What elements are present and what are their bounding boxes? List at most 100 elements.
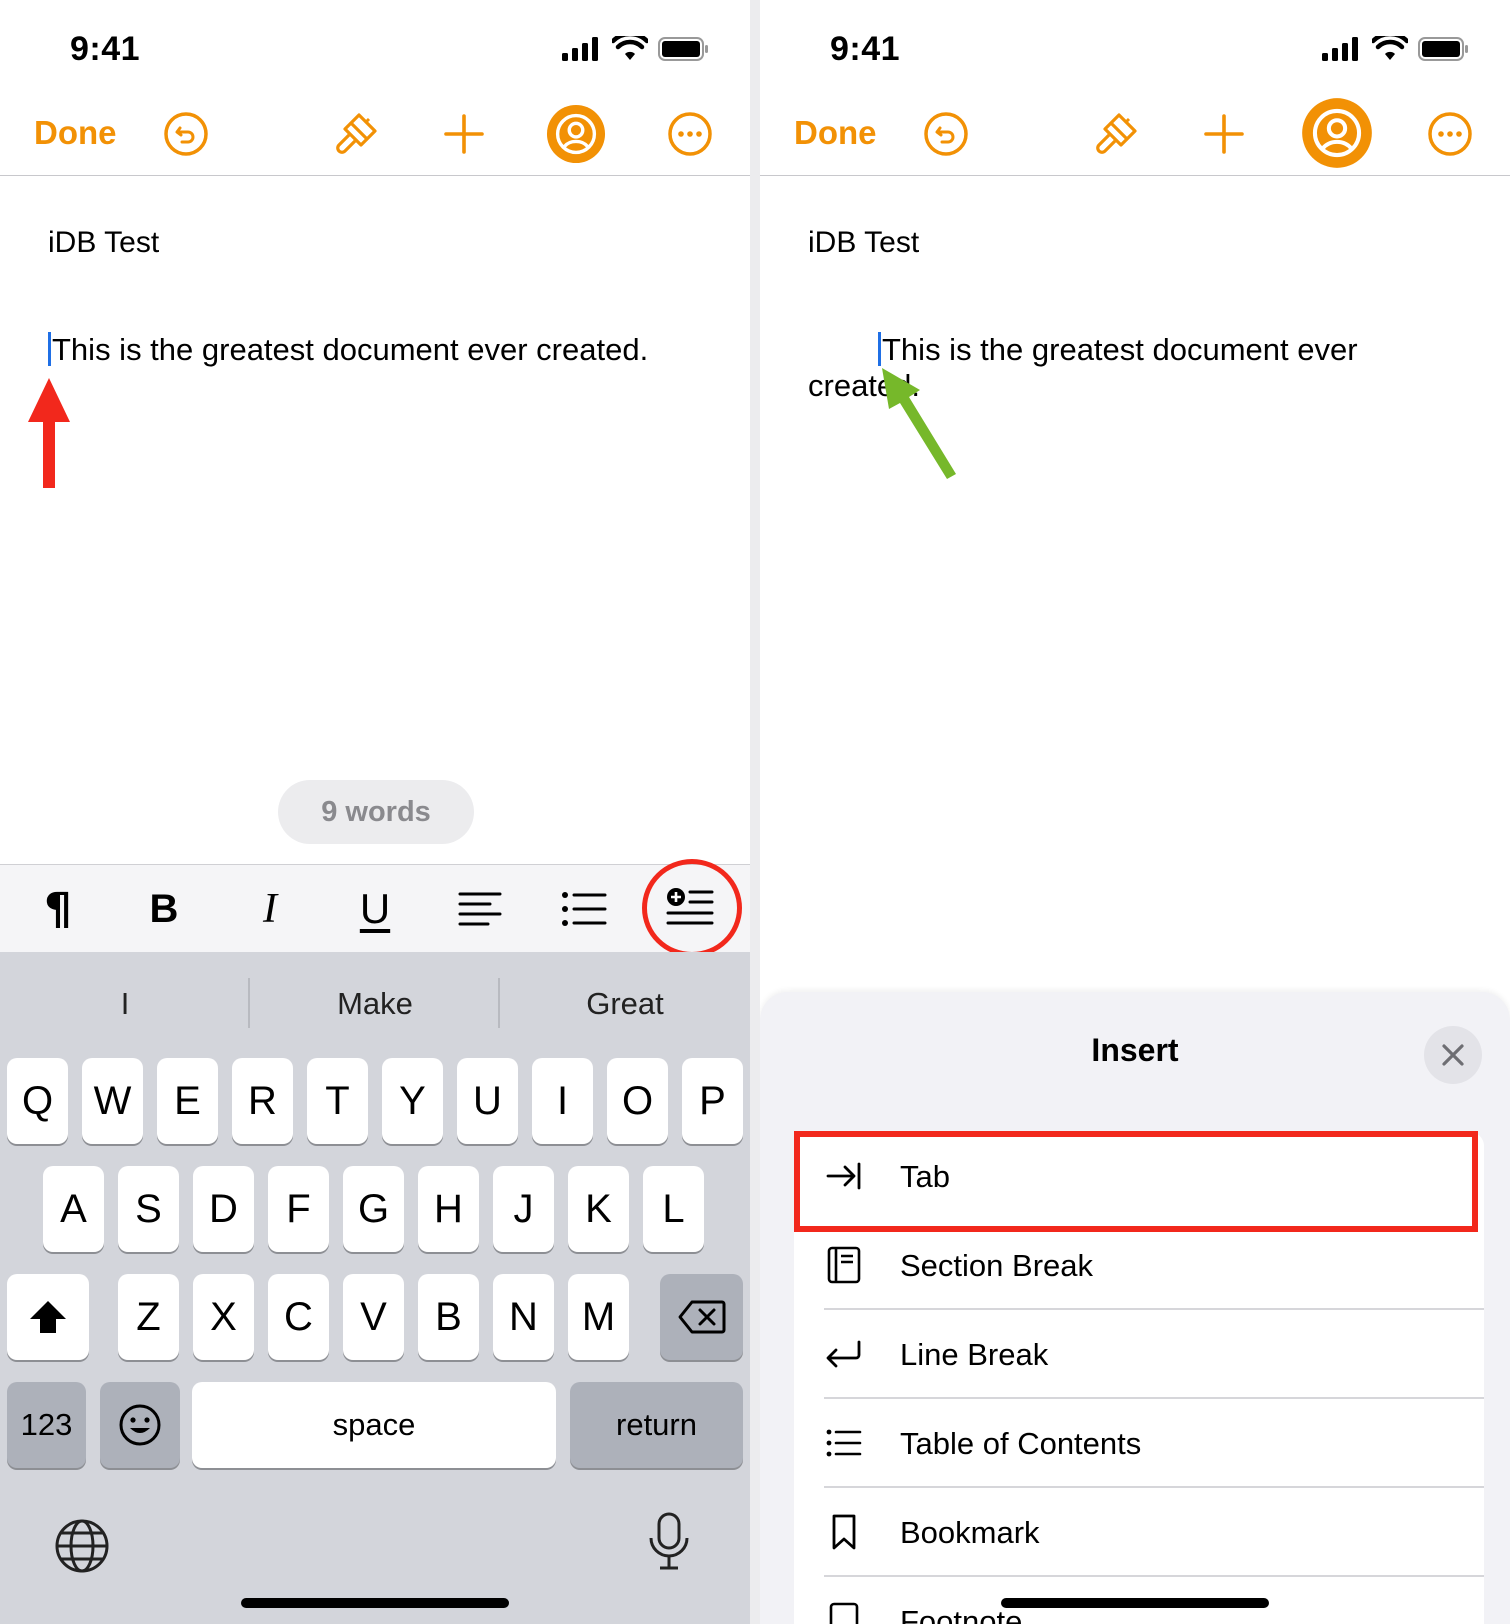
insert-section-break-item[interactable]: Section Break (794, 1221, 1484, 1310)
key-z[interactable]: Z (118, 1274, 179, 1360)
wifi-icon (1372, 36, 1408, 60)
microphone-icon[interactable] (648, 1512, 690, 1572)
key-x[interactable]: X (193, 1274, 254, 1360)
status-time: 9:41 (830, 30, 901, 68)
key-r[interactable]: R (232, 1058, 293, 1144)
word-count-pill: 9 words (278, 780, 474, 844)
home-indicator (241, 1598, 509, 1608)
delete-key[interactable] (660, 1274, 743, 1360)
line-break-icon (824, 1334, 864, 1374)
key-m[interactable]: M (568, 1274, 629, 1360)
person-circle-icon (546, 104, 606, 164)
status-icons (562, 36, 710, 62)
underline-button[interactable]: U (343, 877, 407, 941)
key-p[interactable]: P (682, 1058, 743, 1144)
suggestion-1[interactable]: I (0, 986, 250, 1022)
globe-icon[interactable] (54, 1518, 110, 1574)
format-brush-button[interactable] (1086, 104, 1146, 164)
key-g[interactable]: G (343, 1166, 404, 1252)
more-button[interactable] (660, 104, 720, 164)
insert-highlight-circle (642, 859, 742, 957)
shift-key[interactable] (7, 1274, 89, 1360)
key-y[interactable]: Y (382, 1058, 443, 1144)
list-button[interactable] (552, 877, 616, 941)
footnote-icon (824, 1601, 864, 1624)
alignment-button[interactable] (448, 877, 512, 941)
suggestion-bar: I Make Great (0, 952, 750, 1052)
more-button[interactable] (1420, 104, 1480, 164)
done-button[interactable]: Done (34, 114, 117, 152)
shift-arrow-icon (30, 1301, 66, 1333)
key-o[interactable]: O (607, 1058, 668, 1144)
key-q[interactable]: Q (7, 1058, 68, 1144)
key-n[interactable]: N (493, 1274, 554, 1360)
key-s[interactable]: S (118, 1166, 179, 1252)
plus-icon (1204, 114, 1244, 154)
close-button[interactable] (1424, 1026, 1482, 1084)
italic-label: I (263, 886, 277, 932)
document-body-text: This is the greatest document ever creat… (52, 332, 649, 367)
key-t[interactable]: T (307, 1058, 368, 1144)
space-key[interactable]: space (192, 1382, 556, 1468)
suggestion-2[interactable]: Make (250, 986, 500, 1022)
collaborate-button[interactable] (546, 104, 606, 164)
key-b[interactable]: B (418, 1274, 479, 1360)
wifi-icon (612, 36, 648, 60)
numbers-key[interactable]: 123 (7, 1382, 86, 1468)
right-screen: 9:41 Done iDB Test This is the greatest … (760, 0, 1510, 1624)
key-c[interactable]: C (268, 1274, 329, 1360)
paragraph-style-button[interactable]: ¶ (26, 877, 90, 941)
green-arrow-annotation (882, 368, 956, 479)
paintbrush-icon (1096, 113, 1137, 154)
document-title[interactable]: iDB Test (48, 226, 159, 260)
add-button[interactable] (434, 104, 494, 164)
key-v[interactable]: V (343, 1274, 404, 1360)
document-title[interactable]: iDB Test (808, 226, 919, 260)
key-h[interactable]: H (418, 1166, 479, 1252)
add-button[interactable] (1194, 104, 1254, 164)
left-screen: 9:41 Done iDB Test This is the greatest … (0, 0, 750, 1624)
key-w[interactable]: W (82, 1058, 143, 1144)
format-brush-button[interactable] (326, 104, 386, 164)
insert-sheet: Insert Tab Section Break Line Break Tabl… (760, 992, 1510, 1624)
undo-icon (164, 112, 208, 156)
more-ellipsis-icon (668, 112, 712, 156)
key-f[interactable]: F (268, 1166, 329, 1252)
emoji-key[interactable] (100, 1382, 180, 1468)
key-e[interactable]: E (157, 1058, 218, 1144)
suggestion-3[interactable]: Great (500, 986, 750, 1022)
format-bar: ¶ B I U (0, 864, 750, 952)
list-icon (824, 1423, 864, 1463)
align-left-icon (458, 892, 502, 926)
insert-table-of-contents-item[interactable]: Table of Contents (794, 1399, 1484, 1488)
italic-button[interactable]: I (238, 877, 302, 941)
key-i[interactable]: I (532, 1058, 593, 1144)
return-key[interactable]: return (570, 1382, 743, 1468)
more-ellipsis-icon (1428, 112, 1472, 156)
collaborate-button[interactable] (1300, 96, 1374, 170)
key-j[interactable]: J (493, 1166, 554, 1252)
signal-icon (562, 37, 598, 61)
key-k[interactable]: K (568, 1166, 629, 1252)
key-u[interactable]: U (457, 1058, 518, 1144)
signal-icon (1322, 37, 1358, 61)
undo-button[interactable] (916, 104, 976, 164)
pilcrow-icon: ¶ (44, 883, 72, 935)
key-d[interactable]: D (193, 1166, 254, 1252)
top-toolbar: Done (0, 90, 750, 176)
home-indicator (1001, 1598, 1269, 1608)
insert-item-label: Section Break (900, 1247, 1093, 1283)
insert-line-break-item[interactable]: Line Break (794, 1310, 1484, 1399)
done-button[interactable]: Done (794, 114, 877, 152)
document-body[interactable]: This is the greatest document ever creat… (48, 332, 708, 368)
red-arrow-annotation (28, 378, 70, 488)
key-a[interactable]: A (43, 1166, 104, 1252)
underline-label: U (359, 885, 391, 932)
close-icon (1442, 1044, 1464, 1066)
backspace-icon (678, 1300, 725, 1334)
insert-bookmark-item[interactable]: Bookmark (794, 1488, 1484, 1577)
key-l[interactable]: L (643, 1166, 704, 1252)
undo-button[interactable] (156, 104, 216, 164)
text-caret (48, 332, 51, 366)
bold-button[interactable]: B (132, 877, 196, 941)
